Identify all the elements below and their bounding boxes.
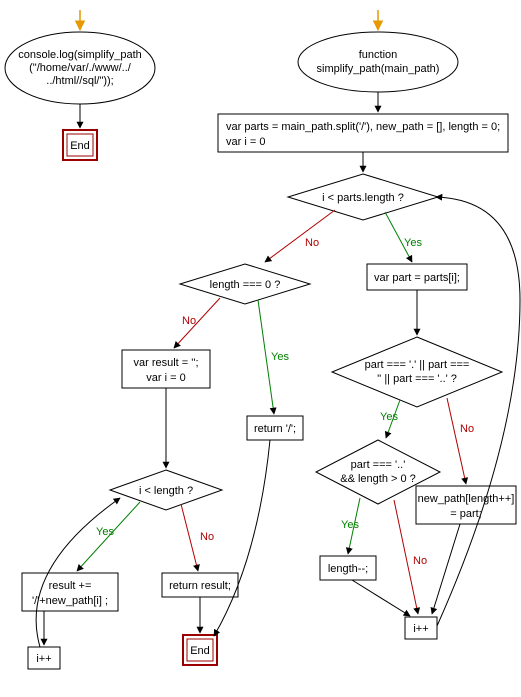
lbl-yes-1: Yes xyxy=(404,237,422,249)
init-line2: var i = 0 xyxy=(226,136,265,148)
node-ipp-left: i++ xyxy=(28,647,60,669)
cond-dots-l2: '' || part === '..' ? xyxy=(377,373,457,385)
svg-text:var parts = main_path.split('/: var parts = main_path.split('/'), new_pa… xyxy=(226,121,500,133)
result-l1: var result = ''; xyxy=(133,357,198,369)
end2-label: End xyxy=(190,645,210,657)
lbl-yes-4: Yes xyxy=(341,519,359,531)
svg-text:console.log(simplify_path: console.log(simplify_path xyxy=(18,49,142,61)
node-length-dec: length--; xyxy=(320,556,376,580)
lbl-yes-3: Yes xyxy=(380,411,398,423)
edge-newpath-ipp xyxy=(432,524,460,614)
ret-slash-label: return '/'; xyxy=(254,423,296,435)
svg-text:part === '.' || part ===: part === '.' || part === xyxy=(365,359,470,371)
call-line3: ../html//sql/")); xyxy=(46,75,113,87)
lbl-no-2: No xyxy=(182,315,196,327)
svg-text:var i = 0: var i = 0 xyxy=(146,372,185,384)
svg-text:= part;: = part; xyxy=(450,508,482,520)
edge-dots-no xyxy=(447,398,466,484)
cond-i-parts-label: i < parts.length ? xyxy=(322,192,404,204)
node-part: var part = parts[i]; xyxy=(367,264,467,290)
lbl-yes-2: Yes xyxy=(271,351,289,363)
resapp-l1: result += xyxy=(49,580,92,592)
ret-result-label: return result; xyxy=(169,580,231,592)
lbl-no-4: No xyxy=(413,555,427,567)
node-end-1: End xyxy=(63,130,97,160)
svg-text:var i = 0: var i = 0 xyxy=(226,136,265,148)
ipp-right-label: i++ xyxy=(413,623,428,635)
node-newpath: new_path[length++] = part; xyxy=(416,486,516,524)
newpath-l2: = part; xyxy=(450,508,482,520)
node-call: console.log(simplify_path ("/home/var/./… xyxy=(5,32,155,104)
result-l2: var i = 0 xyxy=(146,372,185,384)
call-line1: console.log(simplify_path xyxy=(18,49,142,61)
node-cond-len0: length === 0 ? xyxy=(180,264,310,304)
cond-up-l2: && length > 0 ? xyxy=(340,473,416,485)
edge-len0-no xyxy=(174,298,220,348)
cond-i-len-label: i < length ? xyxy=(139,485,193,497)
svg-text:'/'+new_path[i] ;: '/'+new_path[i] ; xyxy=(32,595,108,607)
node-return-result: return result; xyxy=(162,573,238,597)
svg-text:part === '..': part === '..' xyxy=(351,459,406,471)
edge-retslash-end xyxy=(214,440,270,636)
edge-ilen-no xyxy=(181,504,198,571)
svg-text:../html//sql/"));: ../html//sql/")); xyxy=(46,75,113,87)
lbl-no-3: No xyxy=(460,423,474,435)
func-line1: function xyxy=(359,49,398,61)
node-end-2: End xyxy=(183,635,217,665)
svg-text:function: function xyxy=(359,49,398,61)
init-line1: var parts = main_path.split('/'), new_pa… xyxy=(226,121,500,133)
node-cond-i-parts: i < parts.length ? xyxy=(288,174,438,220)
part-label: var part = parts[i]; xyxy=(374,272,460,284)
svg-text:var result = '';: var result = ''; xyxy=(133,357,198,369)
svg-text:'' || part === '..' ?: '' || part === '..' ? xyxy=(377,373,457,385)
svg-text:new_path[length++]: new_path[length++] xyxy=(418,493,515,505)
lbl-no-5: No xyxy=(200,531,214,543)
cond-dots-l1: part === '.' || part === xyxy=(365,359,470,371)
cond-up-l1: part === '..' xyxy=(351,459,406,471)
edge-cond1-no xyxy=(265,210,335,262)
node-cond-dots: part === '.' || part === '' || part === … xyxy=(332,337,502,407)
svg-text:("/home/var/./www/../: ("/home/var/./www/../ xyxy=(29,62,132,74)
edge-lendec-ipp xyxy=(352,580,410,616)
func-line2: simplify_path(main_path) xyxy=(317,63,440,75)
node-result-append: result += '/'+new_path[i] ; xyxy=(22,573,118,611)
lbl-no-1: No xyxy=(305,237,319,249)
svg-text:&& length > 0 ?: && length > 0 ? xyxy=(340,473,416,485)
node-function: function simplify_path(main_path) xyxy=(298,32,458,92)
svg-text:simplify_path(main_path): simplify_path(main_path) xyxy=(317,63,440,75)
node-cond-i-len: i < length ? xyxy=(110,470,222,510)
node-result-init: var result = ''; var i = 0 xyxy=(122,350,210,388)
svg-text:result +=: result += xyxy=(49,580,92,592)
ipp-left-label: i++ xyxy=(36,653,51,665)
call-line2: ("/home/var/./www/../ xyxy=(29,62,132,74)
node-return-slash: return '/'; xyxy=(247,416,303,440)
resapp-l2: '/'+new_path[i] ; xyxy=(32,595,108,607)
end1-label: End xyxy=(70,140,90,152)
newpath-l1: new_path[length++] xyxy=(418,493,515,505)
cond-len0-label: length === 0 ? xyxy=(210,279,281,291)
lbl-yes-5: Yes xyxy=(96,526,114,538)
len-dec-label: length--; xyxy=(328,563,368,575)
node-init: var parts = main_path.split('/'), new_pa… xyxy=(218,114,508,152)
flowchart-canvas: console.log(simplify_path ("/home/var/./… xyxy=(0,0,521,697)
node-ipp-right: i++ xyxy=(405,617,437,639)
